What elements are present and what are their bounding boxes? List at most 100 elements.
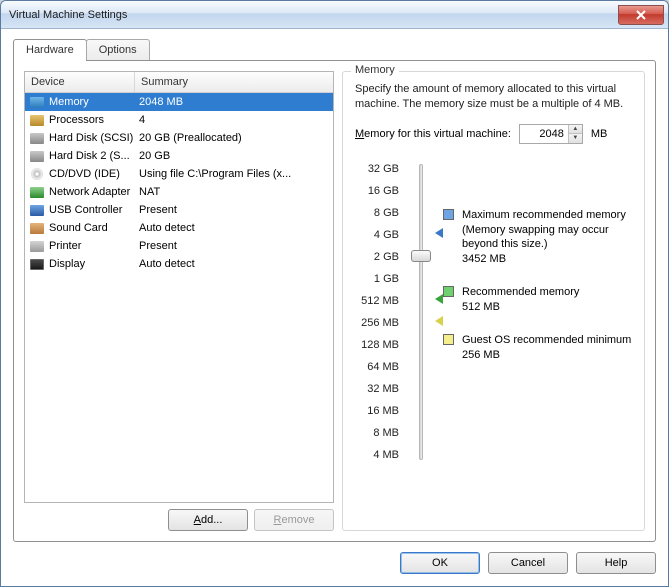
- device-row-memory[interactable]: Memory2048 MB: [25, 93, 333, 111]
- device-name: Hard Disk 2 (S...: [49, 150, 139, 162]
- memory-field-label: Memory for this virtual machine:: [355, 128, 511, 140]
- sound-icon: [29, 221, 45, 235]
- tick-label: 16 MB: [355, 400, 399, 422]
- tick-label: 512 MB: [355, 290, 399, 312]
- max-rec-label: Maximum recommended memory: [462, 208, 634, 223]
- swatch-blue-icon: [443, 209, 454, 220]
- min-label: Guest OS recommended minimum: [462, 333, 631, 348]
- col-device[interactable]: Device: [25, 72, 135, 92]
- slider-tick-labels: 32 GB16 GB8 GB4 GB2 GB1 GB512 MB256 MB12…: [355, 158, 399, 466]
- tick-label: 256 MB: [355, 312, 399, 334]
- device-row-processors[interactable]: Processors4: [25, 111, 333, 129]
- slider-thumb[interactable]: [411, 250, 431, 262]
- memory-group: Memory Specify the amount of memory allo…: [342, 71, 645, 531]
- swatch-yellow-icon: [443, 334, 454, 345]
- device-row-printer[interactable]: PrinterPresent: [25, 237, 333, 255]
- rec-value: 512 MB: [462, 300, 579, 315]
- tick-label: 32 MB: [355, 378, 399, 400]
- tab-strip: Hardware Options: [13, 39, 656, 60]
- close-icon: [635, 10, 647, 20]
- tick-label: 16 GB: [355, 180, 399, 202]
- hdd-icon: [29, 131, 45, 145]
- device-summary: Present: [139, 204, 329, 216]
- spin-down-button[interactable]: ▼: [569, 134, 582, 143]
- device-summary: Using file C:\Program Files (x...: [139, 168, 329, 180]
- slider-rail: [419, 164, 423, 460]
- tick-label: 4 GB: [355, 224, 399, 246]
- device-name: Sound Card: [49, 222, 139, 234]
- tick-label: 8 GB: [355, 202, 399, 224]
- group-legend: Memory: [351, 64, 399, 76]
- tick-label: 32 GB: [355, 158, 399, 180]
- swatch-green-icon: [443, 286, 454, 297]
- cpu-icon: [29, 113, 45, 127]
- tab-panel-hardware: Device Summary Memory2048 MBProcessors4H…: [13, 60, 656, 542]
- printer-icon: [29, 239, 45, 253]
- titlebar: Virtual Machine Settings: [1, 1, 668, 29]
- col-summary[interactable]: Summary: [135, 72, 333, 92]
- tick-label: 8 MB: [355, 422, 399, 444]
- device-row-hard-disk-2-s-[interactable]: Hard Disk 2 (S...20 GB: [25, 147, 333, 165]
- device-name: Display: [49, 258, 139, 270]
- memory-input[interactable]: [520, 125, 568, 143]
- max-rec-note: (Memory swapping may occur beyond this s…: [462, 223, 634, 253]
- settings-dialog: Virtual Machine Settings Hardware Option…: [0, 0, 669, 587]
- memory-slider[interactable]: [409, 158, 433, 466]
- display-icon: [29, 257, 45, 271]
- device-row-sound-card[interactable]: Sound CardAuto detect: [25, 219, 333, 237]
- device-summary: Auto detect: [139, 222, 329, 234]
- device-row-hard-disk-scsi-[interactable]: Hard Disk (SCSI)20 GB (Preallocated): [25, 129, 333, 147]
- tick-label: 1 GB: [355, 268, 399, 290]
- memory-spinner[interactable]: ▲ ▼: [519, 124, 583, 144]
- device-row-usb-controller[interactable]: USB ControllerPresent: [25, 201, 333, 219]
- memory-unit: MB: [591, 128, 608, 140]
- ok-button[interactable]: OK: [400, 552, 480, 574]
- window-title: Virtual Machine Settings: [9, 9, 618, 21]
- rec-label: Recommended memory: [462, 285, 579, 300]
- device-name: Network Adapter: [49, 186, 139, 198]
- device-summary: Present: [139, 240, 329, 252]
- device-row-display[interactable]: DisplayAuto detect: [25, 255, 333, 273]
- min-value: 256 MB: [462, 348, 631, 363]
- tick-label: 4 MB: [355, 444, 399, 466]
- device-name: Processors: [49, 114, 139, 126]
- network-icon: [29, 185, 45, 199]
- memory-icon: [29, 95, 45, 109]
- device-name: Hard Disk (SCSI): [49, 132, 139, 144]
- device-summary: Auto detect: [139, 258, 329, 270]
- device-summary: 4: [139, 114, 329, 126]
- device-summary: 2048 MB: [139, 96, 329, 108]
- cancel-button[interactable]: Cancel: [488, 552, 568, 574]
- cd-icon: [29, 167, 45, 181]
- hdd-icon: [29, 149, 45, 163]
- device-list[interactable]: Device Summary Memory2048 MBProcessors4H…: [24, 71, 334, 503]
- marker-recommended-icon: [435, 294, 443, 304]
- device-summary: 20 GB (Preallocated): [139, 132, 329, 144]
- usb-icon: [29, 203, 45, 217]
- device-list-header: Device Summary: [25, 72, 333, 93]
- slider-legend: Maximum recommended memory (Memory swapp…: [443, 158, 634, 466]
- tab-hardware[interactable]: Hardware: [13, 39, 87, 61]
- max-rec-value: 3452 MB: [462, 252, 634, 267]
- device-summary: NAT: [139, 186, 329, 198]
- device-row-network-adapter[interactable]: Network AdapterNAT: [25, 183, 333, 201]
- tick-label: 64 MB: [355, 356, 399, 378]
- marker-max-recommended-icon: [435, 228, 443, 238]
- device-row-cd-dvd-ide-[interactable]: CD/DVD (IDE)Using file C:\Program Files …: [25, 165, 333, 183]
- marker-minimum-icon: [435, 316, 443, 326]
- add-button[interactable]: Add...: [168, 509, 248, 531]
- window-close-button[interactable]: [618, 5, 664, 25]
- device-name: Printer: [49, 240, 139, 252]
- device-summary: 20 GB: [139, 150, 329, 162]
- remove-button: Remove: [254, 509, 334, 531]
- device-name: CD/DVD (IDE): [49, 168, 139, 180]
- dialog-footer: OK Cancel Help: [13, 542, 656, 574]
- spin-up-button[interactable]: ▲: [569, 125, 582, 134]
- tick-label: 128 MB: [355, 334, 399, 356]
- help-button[interactable]: Help: [576, 552, 656, 574]
- device-name: USB Controller: [49, 204, 139, 216]
- tab-options[interactable]: Options: [86, 39, 150, 60]
- memory-description: Specify the amount of memory allocated t…: [355, 82, 634, 112]
- device-name: Memory: [49, 96, 139, 108]
- tick-label: 2 GB: [355, 246, 399, 268]
